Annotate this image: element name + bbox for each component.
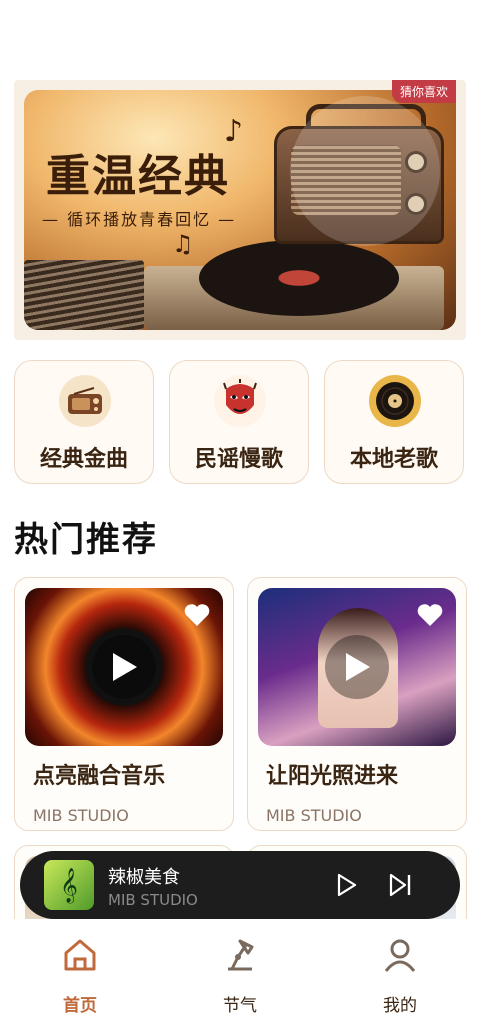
tab-label: 我的 (383, 996, 417, 1016)
home-icon (62, 937, 98, 973)
banner-title: 重温经典 (46, 151, 230, 202)
favorite-heart-icon[interactable] (183, 602, 211, 628)
category-folk-ballads[interactable]: 民谣慢歌 (169, 360, 309, 484)
card-cover-image (258, 588, 456, 746)
card-title: 点亮融合音乐 (33, 764, 166, 789)
radio-icon (59, 375, 111, 427)
music-note-icon: ♫ (172, 230, 194, 258)
playlist-card[interactable]: 点亮融合音乐 MIB STUDIO (14, 577, 234, 831)
next-track-button[interactable] (386, 871, 414, 899)
banner-image: ♪ ♫ 重温经典 — 循环播放青春回忆 — (24, 90, 456, 330)
music-note-icon: 𝄞 (44, 860, 94, 910)
play-icon[interactable] (325, 635, 389, 699)
tab-label: 节气 (223, 996, 257, 1016)
category-label: 经典金曲 (39, 447, 128, 472)
card-subtitle: MIB STUDIO (33, 806, 129, 825)
tab-home[interactable]: 首页 (40, 937, 120, 1016)
play-button[interactable] (332, 871, 360, 899)
favorite-heart-icon[interactable] (416, 602, 444, 628)
player-track-title: 辣椒美食 (108, 867, 180, 888)
vinyl-record-image (199, 240, 399, 316)
opera-mask-icon (214, 375, 266, 427)
user-icon (382, 937, 418, 973)
play-icon[interactable] (92, 635, 156, 699)
category-label: 本地老歌 (349, 447, 438, 472)
hero-banner[interactable]: ♪ ♫ 重温经典 — 循环播放青春回忆 — 猜你喜欢 (14, 80, 466, 340)
tab-solar-terms[interactable]: 节气 (200, 937, 280, 1016)
mini-player[interactable]: 𝄞 辣椒美食 MIB STUDIO (20, 851, 460, 919)
lamp-icon (222, 937, 258, 973)
category-label: 民谣慢歌 (194, 447, 283, 472)
guess-you-like-badge[interactable]: 猜你喜欢 (391, 80, 456, 103)
section-title: 热门推荐 (14, 520, 158, 560)
card-cover-image (25, 588, 223, 746)
card-title: 让阳光照进来 (266, 764, 399, 789)
playlist-card[interactable]: 让阳光照进来 MIB STUDIO (247, 577, 467, 831)
category-classic-hits[interactable]: 经典金曲 (14, 360, 154, 484)
tab-label: 首页 (63, 996, 97, 1016)
record-stack-image (24, 260, 144, 330)
player-track-artist: MIB STUDIO (108, 891, 198, 909)
bottom-tab-bar: 首页 节气 我的 (0, 919, 480, 1027)
card-subtitle: MIB STUDIO (266, 806, 362, 825)
vinyl-record-icon (369, 375, 421, 427)
category-local-oldies[interactable]: 本地老歌 (324, 360, 464, 484)
banner-subtitle: — 循环播放青春回忆 — (42, 210, 237, 229)
tab-profile[interactable]: 我的 (360, 937, 440, 1016)
